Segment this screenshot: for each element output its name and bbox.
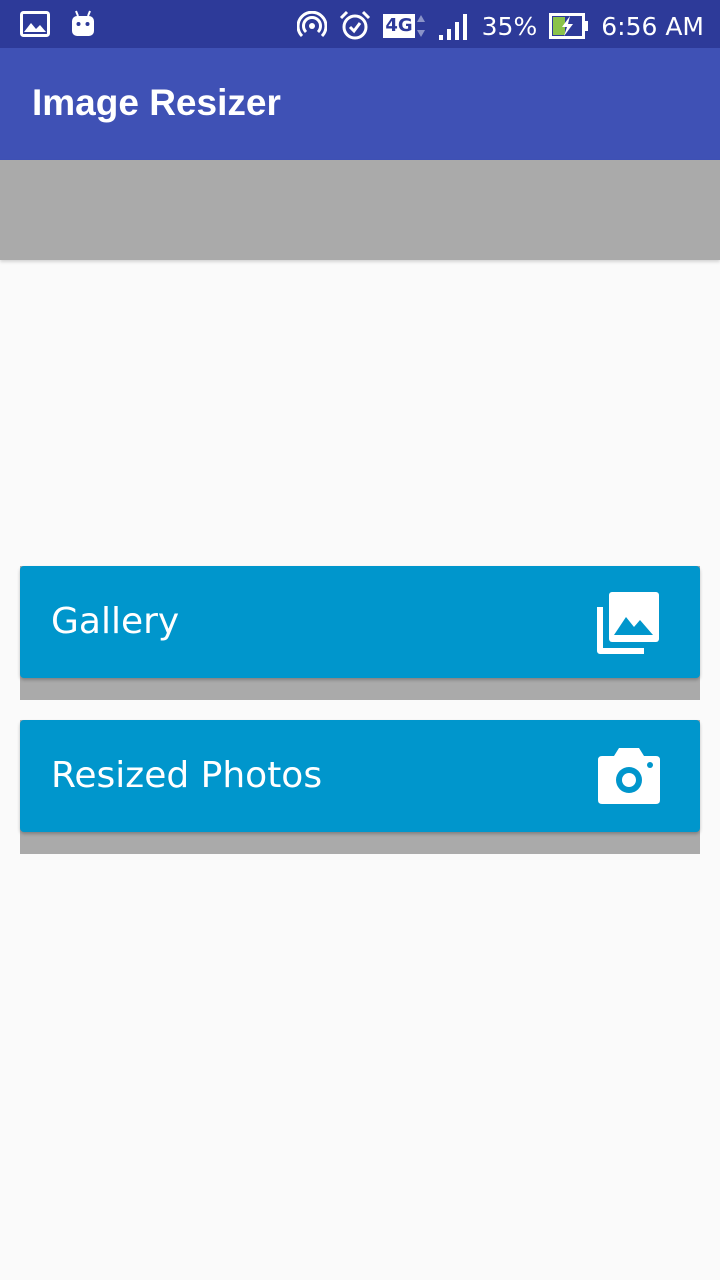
status-bar: 4G 35% 6:56 AM — [0, 0, 720, 48]
app-title: Image Resizer — [32, 82, 281, 123]
app-bar: Image Resizer — [0, 48, 720, 160]
data-arrows-icon — [416, 15, 425, 37]
resized-photos-button[interactable]: Resized Photos — [20, 720, 700, 832]
resized-photos-button-container: Resized Photos — [20, 720, 700, 854]
gallery-icon — [597, 592, 659, 654]
gallery-button-container: Gallery — [20, 566, 700, 700]
banner-placeholder — [0, 160, 720, 260]
gallery-button[interactable]: Gallery — [20, 566, 700, 678]
battery-percent: 35% — [481, 11, 538, 41]
network-4g-icon: 4G — [383, 13, 425, 39]
hotspot-icon — [297, 11, 328, 38]
battery-charging-icon — [549, 13, 589, 39]
clock: 6:56 AM — [601, 11, 704, 41]
signal-icon — [438, 14, 467, 40]
network-type-label: 4G — [383, 14, 415, 38]
image-notification-icon — [20, 11, 50, 37]
resized-photos-button-label: Resized Photos — [51, 755, 323, 796]
gallery-button-label: Gallery — [51, 601, 180, 642]
camera-icon — [598, 748, 660, 804]
android-notification-icon — [72, 10, 94, 36]
alarm-icon — [340, 10, 371, 40]
status-bar-notifications — [20, 10, 96, 38]
status-bar-system: 4G 35% 6:56 AM — [297, 8, 704, 44]
